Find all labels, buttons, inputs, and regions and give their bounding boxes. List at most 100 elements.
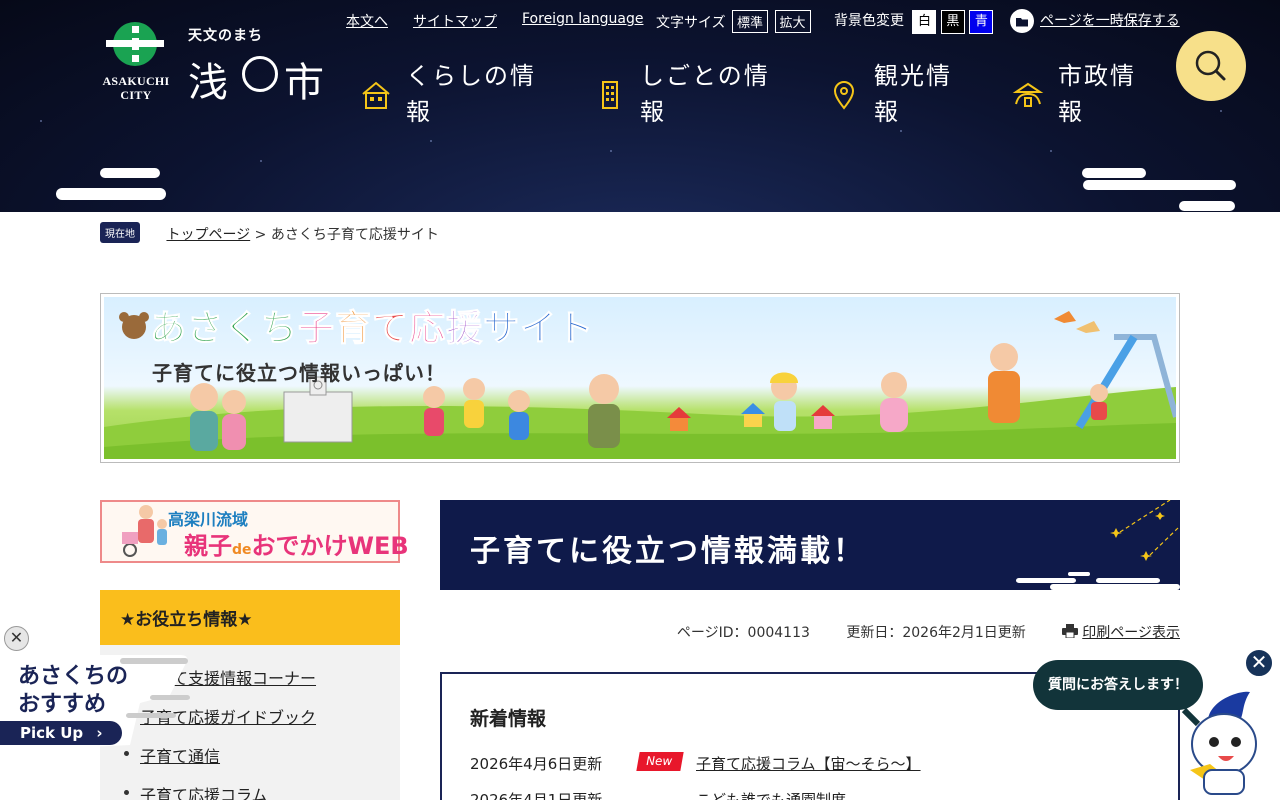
pickup-widget[interactable]: あさくちの おすすめ Pick Up › bbox=[0, 655, 190, 755]
odekake-title-part: de bbox=[232, 542, 252, 558]
chatbot-bubble[interactable]: 質問にお答えします！ bbox=[1033, 660, 1203, 710]
search-icon bbox=[1195, 50, 1226, 81]
city-hall-icon bbox=[1012, 82, 1044, 107]
banner-title: あさくち子育て応援サイト bbox=[149, 307, 595, 351]
kids-support-banner: あさくち子育て応援サイト 子育てに役立つ情報いっぱい！ bbox=[100, 293, 1180, 463]
pickup-title-line2: おすすめ bbox=[18, 692, 107, 717]
banner-title-part: 子 bbox=[298, 308, 336, 350]
list-item: 子育て応援コラム bbox=[124, 782, 400, 800]
cloud-deco bbox=[1179, 201, 1235, 211]
star-deco bbox=[40, 120, 42, 122]
page-meta: ページID：0004113 更新日：2026年2月1日更新 印刷ページ表示 bbox=[440, 622, 1180, 642]
site-header: ASAKUCHI CITY 天文のまち 浅 市 本文へ サイトマップ Forei… bbox=[0, 0, 1280, 212]
logo-tagline: 天文のまち bbox=[188, 28, 263, 44]
city-name-en-line1: ASAKUCHI bbox=[102, 74, 170, 88]
print-link-wrap: 印刷ページ表示 bbox=[1062, 624, 1180, 641]
page-id: ページID：0004113 bbox=[676, 625, 810, 641]
site-logo[interactable]: ASAKUCHI CITY 天文のまち 浅 市 bbox=[100, 20, 330, 110]
cloud-deco bbox=[56, 188, 166, 200]
nav-work-label-line1: しごとの情 bbox=[640, 62, 770, 90]
current-location-badge: 現在地 bbox=[100, 222, 140, 243]
banner-title-part: 応 bbox=[409, 308, 447, 350]
nav-tourism-label-line2: 報 bbox=[874, 98, 900, 126]
star-deco bbox=[1050, 150, 1052, 152]
bg-black-button[interactable]: 黒 bbox=[940, 10, 965, 34]
useful-info-heading: ★お役立ち情報★ bbox=[100, 590, 400, 645]
new-badge: New bbox=[636, 752, 684, 771]
bg-white-button[interactable]: 白 bbox=[912, 10, 937, 34]
save-page-wrap: ページを一時保存する bbox=[1010, 9, 1180, 33]
star-deco bbox=[900, 130, 902, 132]
pickup-close-button[interactable]: ✕ bbox=[4, 626, 29, 651]
news-link[interactable]: 子育て応援コラム【宙～そら～】 bbox=[696, 753, 921, 774]
star-deco bbox=[260, 160, 262, 162]
font-size-label: 文字サイズ bbox=[656, 15, 726, 31]
shooting-stars-deco bbox=[1016, 500, 1180, 590]
news-link[interactable]: こども誰でも通園制度 bbox=[696, 789, 846, 800]
house-icon bbox=[362, 81, 390, 109]
star-deco bbox=[430, 140, 432, 142]
chatbot-close-button[interactable]: ✕ bbox=[1244, 648, 1274, 678]
pickup-title: あさくちの おすすめ bbox=[18, 663, 128, 719]
chevron-right-icon: › bbox=[96, 724, 103, 742]
banner-title-part: あさくち bbox=[149, 308, 299, 350]
nav-tourism-label: 観光情 報 bbox=[874, 58, 1024, 130]
print-page-link[interactable]: 印刷ページ表示 bbox=[1082, 625, 1180, 641]
banner-illustration: あさくち子育て応援サイト 子育てに役立つ情報いっぱい！ bbox=[104, 297, 1176, 459]
last-updated: 更新日：2026年2月1日更新 bbox=[846, 625, 1026, 641]
family-illustration-icon bbox=[122, 505, 167, 557]
banner-title-part: て bbox=[372, 308, 410, 350]
city-name-kanji-1: 浅 bbox=[188, 60, 228, 106]
folder-icon bbox=[1010, 9, 1034, 33]
search-button[interactable] bbox=[1176, 31, 1246, 101]
banner-title-part: 援 bbox=[446, 308, 484, 350]
breadcrumb-top-link[interactable]: トップページ bbox=[166, 227, 250, 243]
nav-living-label-line1: くらしの情 bbox=[406, 62, 536, 90]
util-sitemap-wrap: サイトマップ bbox=[413, 11, 497, 31]
city-name-en-line2: CITY bbox=[120, 88, 152, 102]
main-heading-box: 子育てに役立つ情報満載！ bbox=[440, 500, 1180, 590]
city-name-en: ASAKUCHI CITY bbox=[100, 74, 172, 102]
cloud-deco bbox=[1083, 180, 1236, 190]
sitemap-link[interactable]: サイトマップ bbox=[413, 14, 497, 30]
cloud-deco bbox=[100, 168, 160, 178]
bg-color-label: 背景色変更 bbox=[834, 13, 904, 29]
odekake-title-part: おでかけWEB bbox=[251, 532, 409, 560]
odekake-title: 親子deおでかけWEB bbox=[184, 526, 409, 561]
banner-title-part: サイト bbox=[483, 308, 595, 350]
util-skip-link-wrap: 本文へ bbox=[346, 11, 388, 31]
pickup-button[interactable]: Pick Up › bbox=[0, 721, 122, 745]
foreign-language-link[interactable]: Foreign language bbox=[522, 11, 643, 27]
banner-subtitle: 子育てに役立つ情報いっぱい！ bbox=[152, 361, 446, 385]
nav-living-label: くらしの情 報 bbox=[406, 58, 556, 130]
util-foreign-wrap: Foreign language bbox=[522, 11, 643, 27]
pickup-title-line1: あさくちの bbox=[18, 664, 129, 689]
nav-tourism-label-line1: 観光情 bbox=[874, 62, 952, 90]
chatbot-mascot-icon[interactable] bbox=[1180, 690, 1280, 800]
save-page-link[interactable]: ページを一時保存する bbox=[1040, 13, 1180, 29]
font-size-standard-button[interactable]: 標準 bbox=[732, 10, 769, 33]
moon-icon bbox=[242, 56, 278, 92]
odekake-title-part: 親子 bbox=[184, 532, 232, 560]
odekake-web-banner[interactable]: 高梁川流域 親子deおでかけWEB bbox=[100, 500, 409, 563]
nav-living-label-line2: 報 bbox=[406, 98, 432, 126]
star-deco bbox=[610, 150, 612, 152]
map-pin-icon bbox=[833, 81, 855, 110]
printer-icon bbox=[1062, 624, 1079, 639]
breadcrumb: 現在地 トップページ > あさくち子育て応援サイト bbox=[100, 222, 439, 244]
font-size-control: 文字サイズ 標準 拡大 bbox=[656, 10, 811, 33]
city-name-kanji-2: 市 bbox=[284, 60, 324, 106]
breadcrumb-separator: > bbox=[254, 227, 267, 243]
pickup-button-label: Pick Up bbox=[20, 724, 84, 742]
bg-blue-button[interactable]: 青 bbox=[969, 10, 994, 34]
column-link[interactable]: 子育て応援コラム bbox=[140, 786, 268, 800]
skip-to-content-link[interactable]: 本文へ bbox=[346, 14, 388, 30]
building-icon bbox=[602, 81, 618, 109]
city-emblem-icon bbox=[106, 22, 164, 66]
font-size-large-button[interactable]: 拡大 bbox=[774, 10, 811, 33]
bg-color-control: 背景色変更 白 黒 青 bbox=[834, 10, 994, 34]
banner-title-part: 育 bbox=[335, 308, 373, 350]
news-row: 2026年4月1日更新 こども誰でも通園制度 bbox=[470, 789, 1150, 800]
nav-work-label: しごとの情 報 bbox=[640, 58, 790, 130]
cloud-deco bbox=[1082, 168, 1146, 178]
